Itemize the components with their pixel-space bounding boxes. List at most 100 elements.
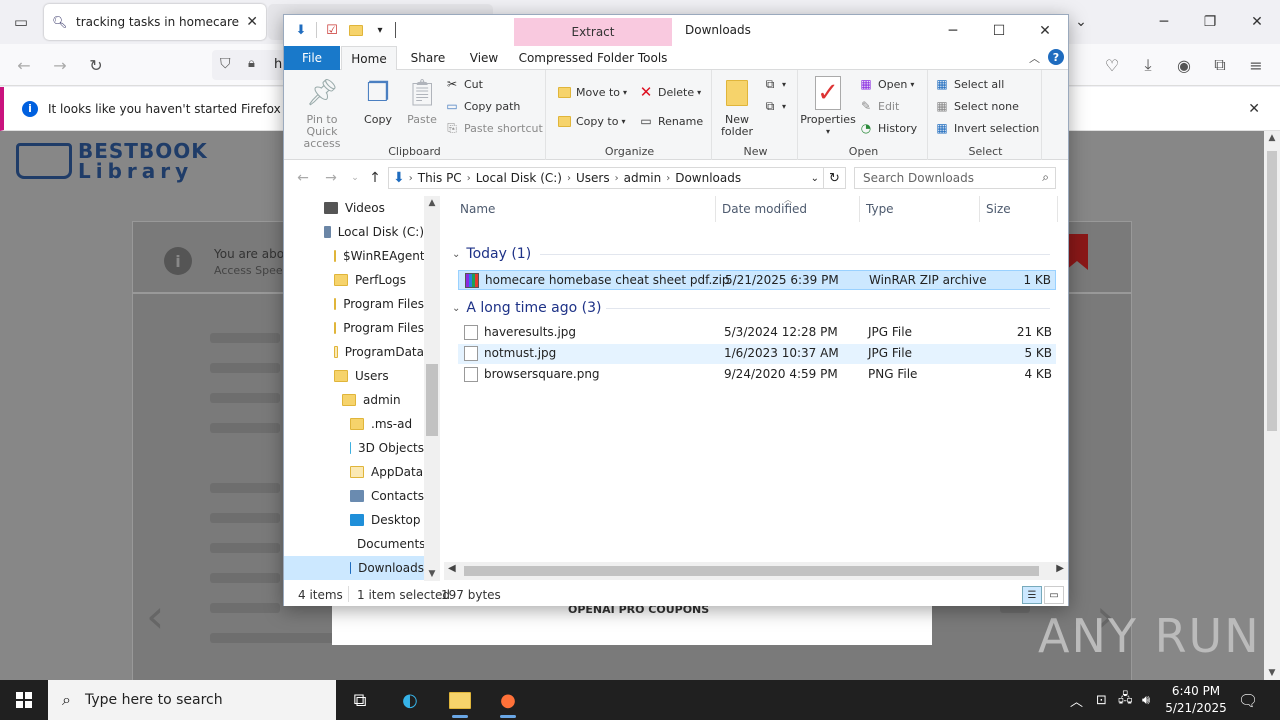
tab-compressed-folder-tools[interactable]: Compressed Folder Tools — [514, 46, 672, 70]
lock-icon[interactable]: 🔒︎ — [248, 56, 255, 71]
close-notification-icon[interactable]: ✕ — [1248, 101, 1260, 117]
nav-tree-item[interactable]: Program Files — [284, 316, 424, 340]
downloads-icon[interactable]: ⤓ — [1134, 52, 1162, 78]
properties-icon[interactable]: ☑ — [323, 21, 341, 39]
help-icon[interactable]: ? — [1048, 49, 1064, 65]
rename-button[interactable]: ▭ Rename — [638, 113, 703, 129]
nav-tree-item[interactable]: Program Files — [284, 292, 424, 316]
collapse-ribbon-icon[interactable]: ︿ — [1029, 50, 1040, 66]
nav-tree-item[interactable]: Local Disk (C:) — [284, 220, 424, 244]
list-all-tabs-icon[interactable]: ▭ — [0, 0, 42, 44]
invert-selection-button[interactable]: ▦ Invert selection — [934, 120, 1039, 136]
nav-scrollbar[interactable]: ▲ ▼ — [424, 196, 440, 581]
history-button[interactable]: ◔ History — [858, 120, 917, 136]
taskbar-search[interactable]: ⌕ Type here to search — [48, 680, 336, 720]
breadcrumb-local-disk[interactable]: Local Disk (C:) — [471, 171, 567, 185]
address-bar[interactable]: ⬇ › This PC › Local Disk (C:) › Users › … — [388, 167, 824, 189]
file-explorer-taskbar-icon[interactable] — [436, 680, 484, 720]
breadcrumb-users[interactable]: Users — [571, 171, 615, 185]
shield-icon[interactable]: ⛉ — [220, 56, 231, 72]
tab-share[interactable]: Share — [400, 46, 456, 70]
network-icon[interactable]: ⊡ — [1096, 680, 1107, 720]
forward-icon[interactable]: → — [46, 52, 74, 78]
nav-tree-item[interactable]: ProgramData — [284, 340, 424, 364]
details-view-icon[interactable]: ☰ — [1022, 586, 1042, 604]
properties-button[interactable]: ✓ Properties ▾ — [800, 76, 856, 138]
reload-icon[interactable]: ↻ — [82, 52, 110, 78]
firefox-icon[interactable]: ● — [484, 680, 532, 720]
new-folder-button[interactable]: New folder — [718, 76, 756, 138]
new-folder-icon[interactable] — [347, 21, 365, 39]
minimize-icon[interactable]: ─ — [930, 15, 976, 46]
horizontal-scrollbar[interactable]: ◀ ▶ — [444, 562, 1068, 580]
start-button[interactable] — [0, 680, 48, 720]
collapse-group-icon[interactable]: ⌄ — [452, 249, 460, 260]
ethernet-icon[interactable]: 🖧︎ — [1118, 680, 1133, 720]
notifications-icon[interactable]: 🗨︎ — [1238, 680, 1258, 720]
column-type[interactable]: Type — [860, 196, 980, 222]
nav-tree-item[interactable]: Desktop — [284, 508, 424, 532]
pin-quick-access-button[interactable]: 📌︎ Pin to Quick access — [290, 76, 354, 150]
pocket-icon[interactable]: ♡ — [1098, 52, 1126, 78]
tab-home[interactable]: Home — [341, 46, 397, 71]
file-row[interactable]: homecare homebase cheat sheet pdf.zip 5/2… — [458, 270, 1056, 290]
maximize-icon[interactable]: ☐ — [976, 15, 1022, 46]
file-row[interactable]: haveresults.jpg 5/3/2024 12:28 PM JPG File… — [458, 323, 1056, 343]
nav-tree-item[interactable]: .ms-ad — [284, 412, 424, 436]
close-icon[interactable]: ✕ — [1022, 15, 1068, 46]
column-size[interactable]: Size — [980, 196, 1058, 222]
group-header[interactable]: ⌄ A long time ago (3) — [452, 298, 601, 318]
nav-tree-item[interactable]: Downloads — [284, 556, 424, 580]
edit-button[interactable]: ✎ Edit — [858, 98, 899, 114]
extensions-icon[interactable]: ⧉ — [1206, 52, 1234, 78]
column-name[interactable]: Name — [454, 196, 716, 222]
select-none-button[interactable]: ▦ Select none — [934, 98, 1019, 114]
page-scrollbar[interactable]: ▲ ▼ — [1264, 131, 1280, 680]
breadcrumb-this-pc[interactable]: This PC — [413, 171, 467, 185]
nav-tree-item[interactable]: Videos — [284, 196, 424, 220]
restore-icon[interactable]: ❐ — [1187, 0, 1233, 44]
paste-button[interactable]: 📋︎ Paste — [402, 76, 442, 126]
file-row[interactable]: browsersquare.png 9/24/2020 4:59 PM PNG Fi… — [458, 365, 1056, 385]
up-icon[interactable]: ↑ — [366, 169, 384, 187]
tab-file[interactable]: File — [284, 46, 340, 70]
url-bar[interactable]: ⛉ 🔒︎ h — [212, 50, 292, 80]
clock[interactable]: 6:40 PM 5/21/2025 — [1160, 683, 1232, 717]
nav-tree-item[interactable]: PerfLogs — [284, 268, 424, 292]
large-icons-view-icon[interactable]: ▭ — [1044, 586, 1064, 604]
site-logo[interactable]: BESTBOOK Library — [16, 141, 208, 181]
edge-icon[interactable]: ◐ — [386, 680, 434, 720]
close-tab-icon[interactable]: ✕ — [246, 14, 258, 30]
select-all-button[interactable]: ▦ Select all — [934, 76, 1004, 92]
volume-icon[interactable]: 🔊︎ — [1142, 680, 1150, 720]
copy-path-button[interactable]: ▭ Copy path — [444, 98, 520, 114]
nav-tree-item[interactable]: Documents — [284, 532, 425, 556]
address-dropdown-icon[interactable]: ⌄ — [811, 173, 819, 184]
easy-access-button[interactable]: ⧉ ▾ — [762, 98, 786, 114]
file-row[interactable]: notmust.jpg 1/6/2023 10:37 AM JPG File 5 KB — [458, 344, 1056, 364]
copy-button[interactable]: ❐ Copy — [358, 76, 398, 126]
search-input[interactable]: Search Downloads ⌕ — [854, 167, 1056, 189]
group-header[interactable]: ⌄ Today (1) — [452, 244, 531, 264]
nav-tree-item[interactable]: Users — [284, 364, 424, 388]
delete-button[interactable]: ✕ Delete ▾ — [638, 83, 701, 101]
tab-view[interactable]: View — [456, 46, 512, 70]
forward-icon[interactable]: → — [322, 169, 340, 187]
nav-tree-item[interactable]: 3D Objects — [284, 436, 424, 460]
nav-tree-item[interactable]: $WinREAgent — [284, 244, 425, 268]
copy-to-button[interactable]: Copy to ▾ — [556, 113, 625, 129]
customize-qat-icon[interactable]: ▾ — [371, 21, 389, 39]
close-window-icon[interactable]: ✕ — [1234, 0, 1280, 44]
collapse-group-icon[interactable]: ⌄ — [452, 303, 460, 314]
recent-locations-icon[interactable]: ⌄ — [346, 169, 364, 187]
breadcrumb-admin[interactable]: admin — [619, 171, 667, 185]
prev-page-icon[interactable]: ‹ — [146, 589, 164, 643]
back-icon[interactable]: ← — [294, 169, 312, 187]
browser-tab[interactable]: 🔍︎ tracking tasks in homecare hom ✕ — [44, 4, 266, 40]
nav-tree-item[interactable]: AppData — [284, 460, 424, 484]
account-icon[interactable]: ◉ — [1170, 52, 1198, 78]
show-hidden-icons[interactable]: ︿ — [1070, 680, 1083, 720]
cut-button[interactable]: ✂ Cut — [444, 76, 483, 92]
menu-icon[interactable]: ≡ — [1242, 52, 1270, 78]
refresh-icon[interactable]: ↻ — [824, 167, 846, 189]
